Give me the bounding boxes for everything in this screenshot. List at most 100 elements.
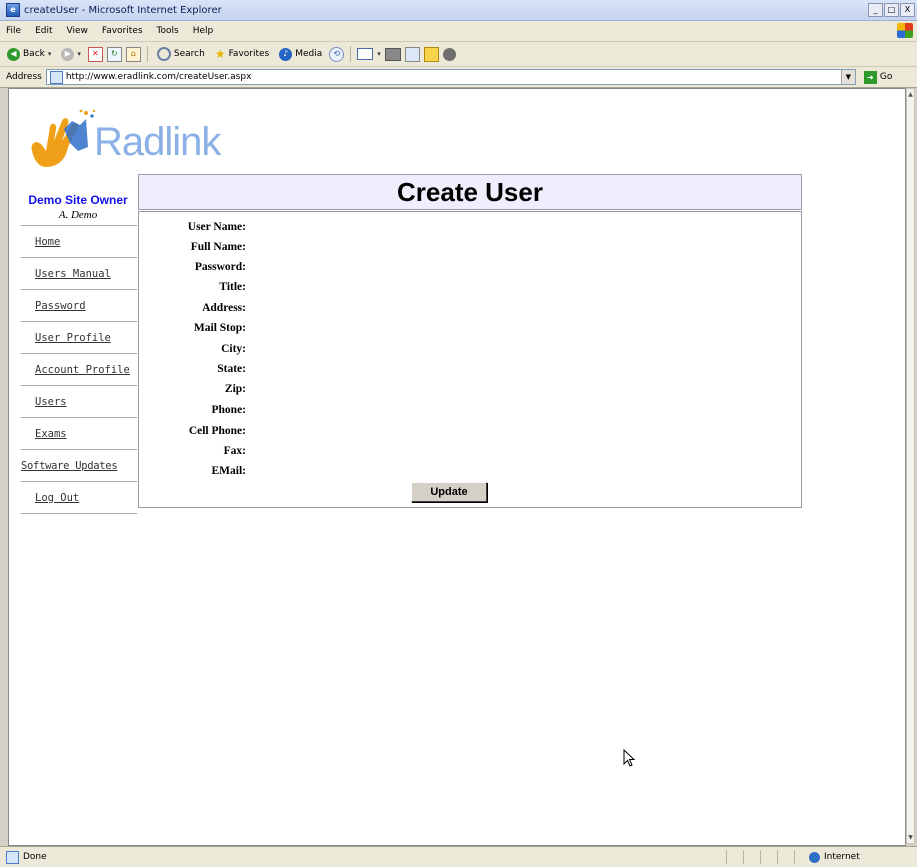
zone-label: Internet — [824, 852, 860, 862]
field-label-fax: Fax: — [223, 445, 246, 457]
menu-view[interactable]: View — [61, 26, 96, 36]
windows-logo-icon — [897, 23, 913, 38]
standard-toolbar: ◀ Back ▾ ▶ ▾ ✕ ↻ ⌂ Search ★ Favorites ♪ … — [0, 42, 917, 67]
status-bar: Done Internet — [0, 846, 917, 867]
globe-icon — [809, 851, 820, 863]
scroll-up-icon[interactable]: ▲ — [907, 90, 914, 99]
update-button[interactable]: Update — [411, 482, 487, 502]
field-label-address: Address: — [202, 302, 246, 314]
nav-password[interactable]: Password — [19, 290, 137, 321]
field-label-mail-stop: Mail Stop: — [193, 322, 246, 334]
create-user-form: User Name: Full Name: Password: Title: A… — [138, 211, 802, 508]
address-dropdown-icon[interactable]: ▼ — [840, 70, 855, 84]
back-button[interactable]: ◀ Back ▾ — [4, 47, 54, 61]
status-left: Done — [0, 850, 726, 864]
mail-icon[interactable] — [357, 48, 374, 60]
forward-icon: ▶ — [61, 47, 75, 61]
address-bar: Address http://www.eradlink.com/createUs… — [0, 67, 917, 88]
page-icon — [49, 70, 63, 84]
field-label-email: EMail: — [211, 465, 247, 477]
status-cell — [777, 850, 794, 864]
page-icon — [6, 850, 19, 864]
mouse-cursor-icon — [623, 749, 636, 767]
field-label-title: Title: — [219, 281, 246, 293]
go-label: Go — [879, 72, 893, 82]
search-button[interactable]: Search — [154, 47, 208, 61]
field-label-state: State: — [217, 363, 246, 375]
security-zone: Internet — [794, 850, 860, 864]
window-controls: _ □ X — [868, 3, 915, 17]
sidebar: Demo Site Owner A. Demo Home Users Manua… — [19, 193, 137, 514]
nav-exams[interactable]: Exams — [19, 418, 137, 449]
address-url[interactable]: http://www.eradlink.com/createUser.aspx — [66, 72, 252, 82]
back-icon: ◀ — [7, 47, 20, 61]
field-label-cell-phone: Cell Phone: — [188, 425, 246, 437]
forward-button[interactable]: ▶ ▾ — [58, 47, 84, 61]
media-label: Media — [295, 49, 323, 59]
logo-text: Radlink — [94, 120, 221, 164]
maximize-button[interactable]: □ — [884, 3, 899, 17]
nav-software-updates[interactable]: Software Updates — [19, 450, 137, 481]
vertical-scrollbar[interactable]: ▲ ▼ — [906, 88, 915, 844]
favorites-label: Favorites — [228, 49, 270, 59]
title-bar: e createUser - Microsoft Internet Explor… — [0, 0, 917, 21]
status-cell — [743, 850, 760, 864]
user-role: Demo Site Owner — [28, 193, 128, 207]
ie-page-icon: e — [6, 3, 20, 17]
status-text: Done — [23, 852, 47, 862]
status-cell — [760, 850, 777, 864]
print-icon[interactable] — [384, 47, 401, 61]
minimize-button[interactable]: _ — [868, 3, 883, 17]
field-label-phone: Phone: — [211, 404, 247, 416]
search-icon — [156, 47, 171, 61]
chevron-down-icon: ▾ — [77, 50, 81, 58]
menu-file[interactable]: File — [0, 26, 29, 36]
user-name: A. Demo — [58, 209, 98, 221]
nav-divider — [21, 513, 137, 514]
favorites-star-icon: ★ — [214, 47, 226, 61]
close-button[interactable]: X — [900, 3, 915, 17]
menu-tools[interactable]: Tools — [151, 26, 187, 36]
go-icon: ➜ — [863, 70, 877, 84]
field-label-full-name: Full Name: — [190, 241, 246, 253]
favorites-button[interactable]: ★ Favorites — [212, 47, 272, 61]
nav-users-manual[interactable]: Users Manual — [19, 258, 137, 289]
go-button[interactable]: ➜ Go — [863, 70, 893, 84]
page-viewport: Radlink Demo Site Owner A. Demo Home Use… — [8, 88, 906, 846]
media-button[interactable]: ♪ Media — [276, 47, 325, 61]
radlink-logo: Radlink — [24, 107, 221, 175]
field-label-user-name: User Name: — [187, 221, 246, 233]
field-label-city: City: — [221, 343, 246, 355]
address-input[interactable]: http://www.eradlink.com/createUser.aspx … — [45, 69, 856, 85]
nav-home[interactable]: Home — [19, 226, 137, 257]
hand-logo-icon — [31, 109, 96, 167]
status-cell — [726, 850, 743, 864]
edit-icon[interactable] — [423, 46, 439, 62]
nav-users[interactable]: Users — [19, 386, 137, 417]
chevron-down-icon[interactable]: ▾ — [377, 50, 381, 58]
discuss-icon[interactable] — [404, 46, 420, 62]
window-title: createUser - Microsoft Internet Explorer — [24, 4, 222, 16]
page-title: Create User — [138, 174, 802, 210]
nav-log-out[interactable]: Log Out — [19, 482, 137, 513]
nav-user-profile[interactable]: User Profile — [19, 322, 137, 353]
menu-edit[interactable]: Edit — [29, 26, 60, 36]
address-label: Address — [6, 72, 42, 82]
chevron-down-icon: ▾ — [47, 50, 52, 58]
toolbar-separator — [146, 46, 148, 62]
scroll-down-icon[interactable]: ▼ — [907, 833, 914, 842]
stop-icon[interactable]: ✕ — [87, 46, 103, 62]
messenger-icon[interactable] — [442, 47, 456, 61]
history-icon[interactable]: ⟲ — [329, 46, 345, 62]
search-label: Search — [173, 49, 205, 59]
home-icon[interactable]: ⌂ — [125, 46, 141, 62]
field-label-password: Password: — [194, 261, 246, 273]
refresh-icon[interactable]: ↻ — [106, 46, 122, 62]
toolbar-separator — [350, 46, 352, 62]
media-icon: ♪ — [279, 47, 293, 61]
nav-account-profile[interactable]: Account Profile — [19, 354, 137, 385]
menu-help[interactable]: Help — [187, 26, 222, 36]
menu-favorites[interactable]: Favorites — [96, 26, 151, 36]
menu-bar: File Edit View Favorites Tools Help — [0, 21, 917, 42]
back-label: Back — [23, 49, 45, 59]
